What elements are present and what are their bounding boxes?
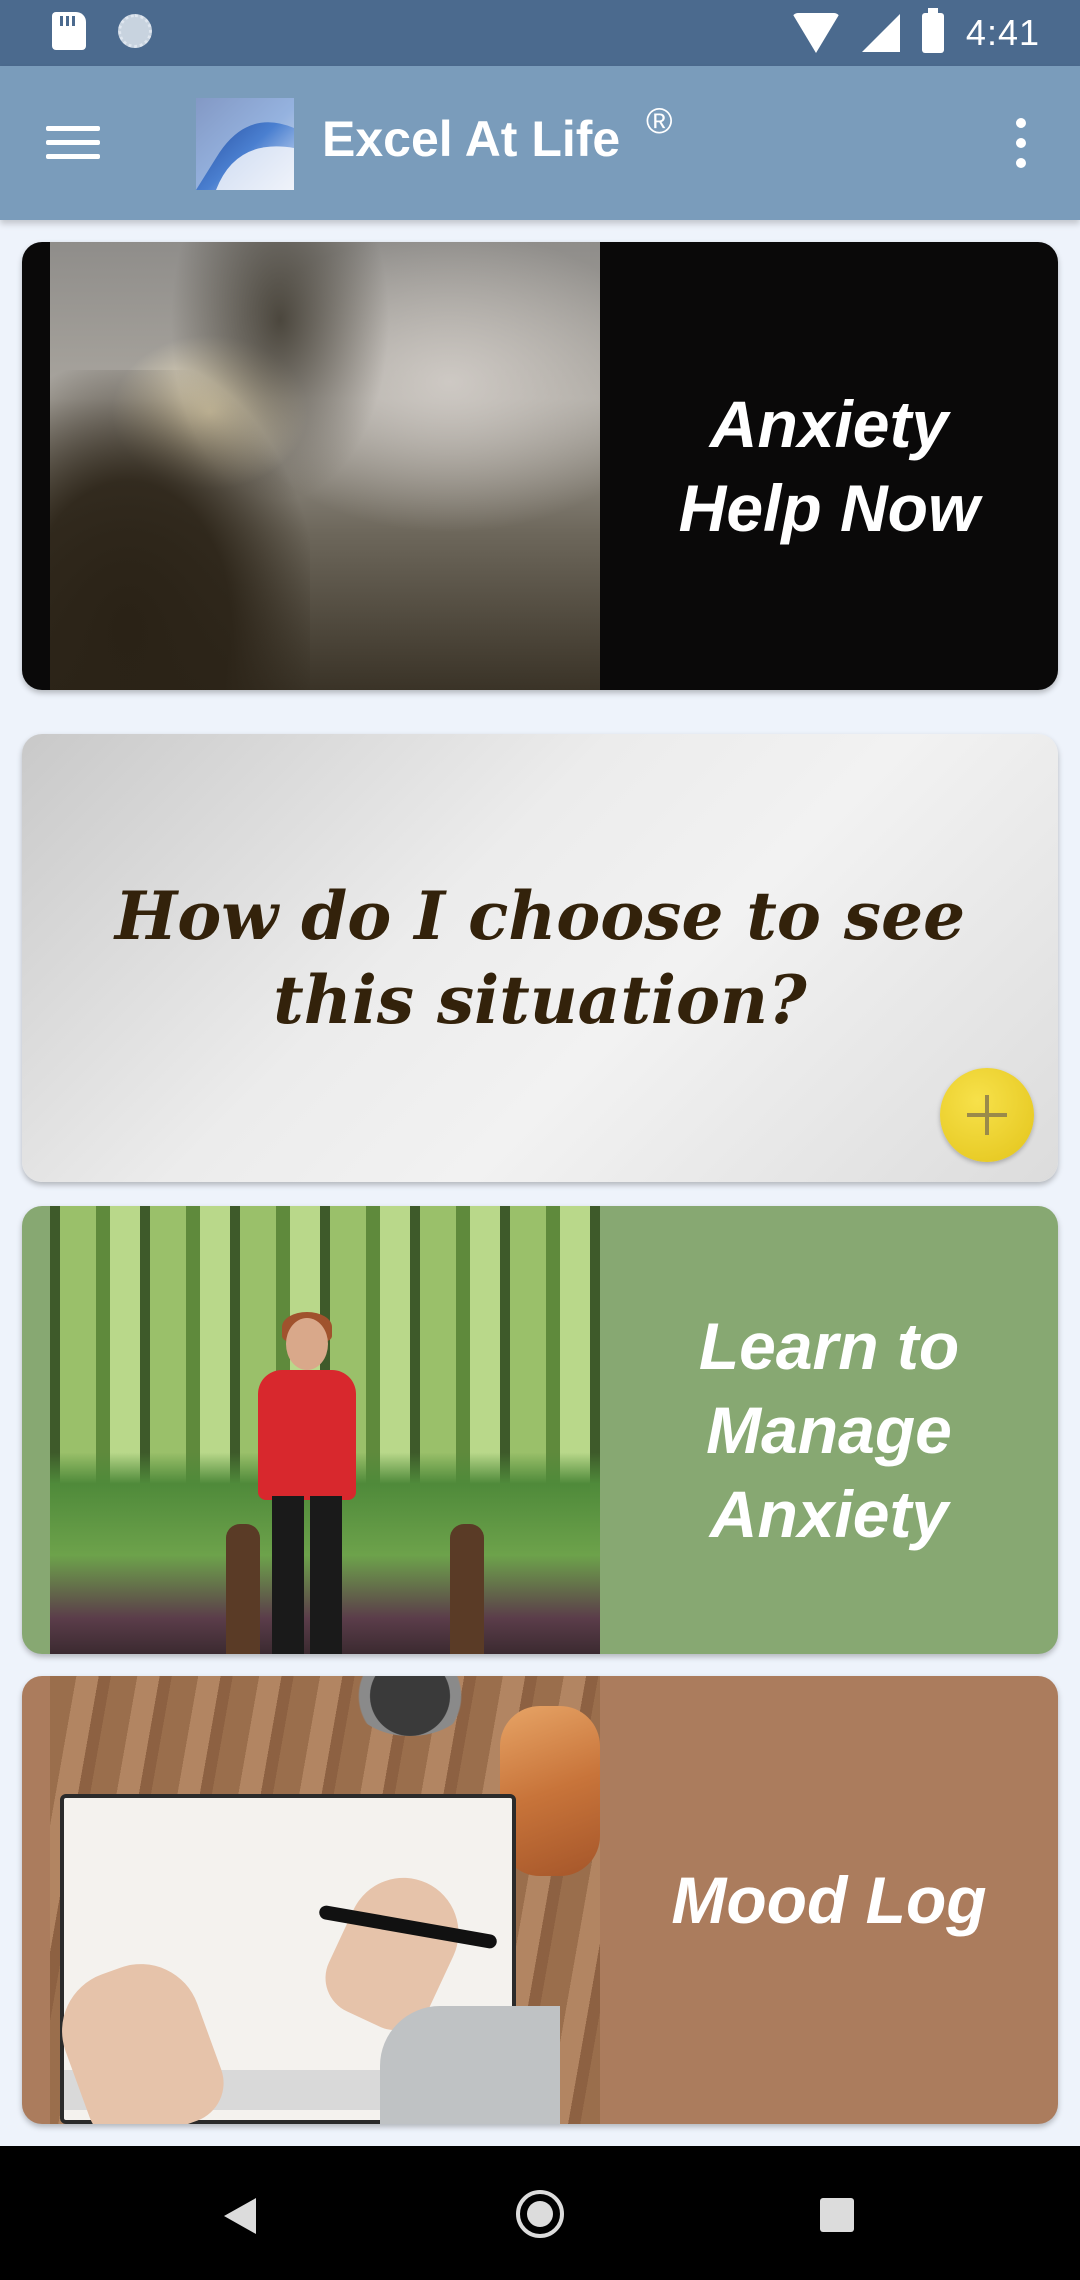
- wifi-icon: [791, 13, 840, 53]
- app-logo: [196, 98, 294, 190]
- clock: 4:41: [965, 12, 1040, 53]
- signal-icon: [861, 14, 900, 52]
- mood-log-card[interactable]: Mood Log: [22, 1676, 1058, 2124]
- app-bar: Excel At Life ®: [0, 66, 1080, 220]
- card-label: Anxiety Help Now: [678, 387, 980, 545]
- status-bar: 4:41: [0, 0, 1080, 66]
- recents-icon[interactable]: [820, 2198, 854, 2232]
- card-label: Learn to Manage Anxiety: [698, 1309, 960, 1551]
- menu-icon[interactable]: [46, 122, 102, 162]
- registered-mark: ®: [646, 100, 673, 141]
- learn-manage-anxiety-card[interactable]: Learn to Manage Anxiety: [22, 1206, 1058, 1654]
- sd-card-icon: [52, 12, 86, 50]
- card-label: Mood Log: [671, 1863, 987, 1937]
- notebook-writing-image: [45, 1676, 600, 2124]
- sync-icon: [118, 14, 152, 48]
- navigation-bar: [0, 2146, 1080, 2280]
- back-icon[interactable]: [224, 2198, 256, 2234]
- anxiety-help-now-card[interactable]: Anxiety Help Now: [22, 242, 1058, 690]
- foggy-forest-image: [50, 242, 600, 690]
- add-button[interactable]: [940, 1068, 1034, 1162]
- overflow-menu-icon[interactable]: [1006, 118, 1034, 170]
- quote-text: How do I choose to see this situation?: [114, 877, 966, 1039]
- app-title: Excel At Life: [322, 111, 621, 167]
- home-icon[interactable]: [516, 2190, 564, 2238]
- plus-icon: [967, 1095, 1007, 1135]
- battery-icon: [921, 8, 944, 53]
- woman-exercising-image: [50, 1206, 600, 1654]
- daily-quote-card[interactable]: How do I choose to see this situation?: [22, 734, 1058, 1182]
